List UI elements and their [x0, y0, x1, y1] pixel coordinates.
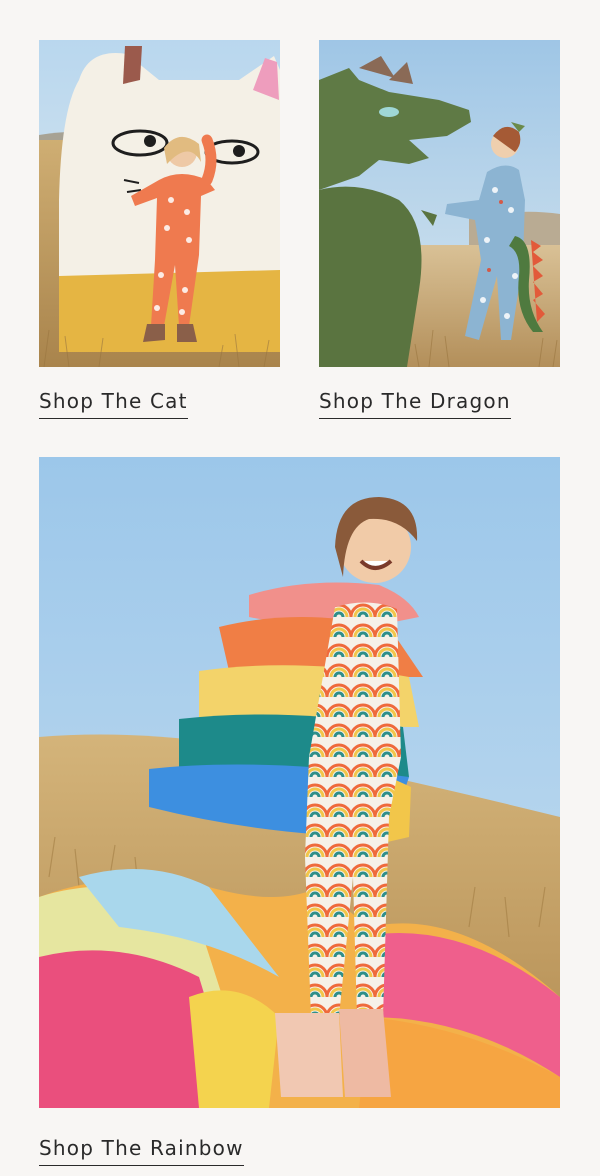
shop-the-rainbow-link[interactable]: Shop The Rainbow: [39, 1137, 244, 1166]
shop-the-cat-link[interactable]: Shop The Cat: [39, 390, 188, 419]
tile-cat[interactable]: Shop The Cat: [0, 0, 300, 430]
shop-the-dragon-link[interactable]: Shop The Dragon: [319, 390, 511, 419]
rainbow-pajamas-image[interactable]: [39, 457, 560, 1108]
dragon-pajamas-image[interactable]: [319, 40, 560, 367]
tile-rainbow[interactable]: Shop The Rainbow: [0, 430, 600, 1176]
cat-pajamas-image[interactable]: [39, 40, 280, 367]
tile-dragon[interactable]: Shop The Dragon: [300, 0, 600, 430]
